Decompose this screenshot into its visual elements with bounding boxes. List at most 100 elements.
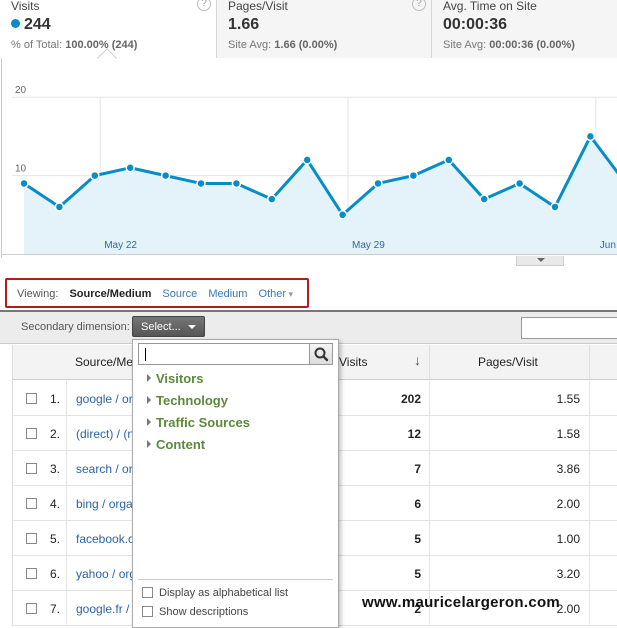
viewing-link-other[interactable]: Other <box>259 288 294 300</box>
chart-svg: 20 10 May 22 May 29 Jun 5 <box>2 85 617 255</box>
metric-pages-per-visit[interactable]: Pages/Visit 1.66 Site Avg: 1.66 (0.00%) … <box>217 0 432 58</box>
row-source-link[interactable]: bing / orga <box>76 497 136 511</box>
metric-label: Visits <box>11 0 40 13</box>
row-visits: 12 <box>407 427 421 441</box>
data-point <box>90 170 100 181</box>
data-point <box>337 210 348 220</box>
metric-avg-time[interactable]: Avg. Time on Site 00:00:36 Site Avg: 00:… <box>432 0 617 58</box>
viewing-current: Source/Medium <box>69 288 152 300</box>
y-tick-label: 10 <box>15 164 27 175</box>
column-divider <box>66 556 67 590</box>
data-point <box>408 170 419 181</box>
row-checkbox[interactable] <box>26 568 37 579</box>
metric-value: 1.66 <box>228 16 260 33</box>
row-source-link[interactable]: (direct) / (n <box>76 427 136 441</box>
watermark: www.mauricelargeron.com <box>362 594 561 611</box>
y-tick-label: 20 <box>15 85 27 96</box>
viewing-link-source[interactable]: Source <box>162 288 197 300</box>
dimension-category-traffic-sources[interactable]: Traffic Sources <box>147 415 250 430</box>
series-dot-icon <box>11 19 20 28</box>
dimension-category-technology[interactable]: Technology <box>147 393 228 408</box>
row-visits: 5 <box>414 532 421 546</box>
col-header-visits[interactable]: Visits <box>339 355 367 369</box>
option-alphabetical-list[interactable]: Display as alphabetical list <box>142 587 288 599</box>
row-number: 5. <box>50 532 61 546</box>
row-number: 1. <box>50 392 61 406</box>
row-source-link[interactable]: google.fr / <box>76 602 136 616</box>
search-button[interactable] <box>309 343 333 365</box>
x-tick-label: May 29 <box>352 240 385 251</box>
table-filter-input[interactable] <box>521 317 617 339</box>
column-divider <box>429 451 430 485</box>
metric-strip: Visits 244 % of Total: 100.00% (244) ? P… <box>0 0 617 58</box>
column-divider <box>589 521 590 555</box>
row-visits: 6 <box>414 497 421 511</box>
row-checkbox[interactable] <box>26 498 37 509</box>
data-point <box>231 178 242 189</box>
data-point <box>302 155 312 165</box>
expand-triangle-icon <box>147 418 151 426</box>
x-tick-label: Jun 5 <box>600 240 617 251</box>
row-pages-per-visit: 1.58 <box>556 427 580 441</box>
search-icon <box>314 347 329 362</box>
viewing-bar: Viewing: Source/Medium Source Medium Oth… <box>5 278 309 308</box>
row-checkbox[interactable] <box>26 463 37 474</box>
data-point <box>160 170 171 181</box>
metric-label: Pages/Visit <box>228 0 288 13</box>
chart-frame: 20 10 May 22 May 29 Jun 5 <box>1 58 617 258</box>
row-source-link[interactable]: facebook.c <box>76 532 136 546</box>
row-checkbox[interactable] <box>26 393 37 404</box>
row-number: 7. <box>50 602 61 616</box>
row-source-link[interactable]: google / or <box>76 392 136 406</box>
column-divider <box>429 416 430 450</box>
column-divider <box>429 345 430 379</box>
row-pages-per-visit: 3.86 <box>556 462 580 476</box>
row-number: 3. <box>50 462 61 476</box>
option-checkbox[interactable] <box>142 606 153 617</box>
metric-value: 00:00:36 <box>443 16 508 33</box>
row-source-link[interactable]: search / or <box>76 462 136 476</box>
data-point <box>267 194 277 204</box>
series-area <box>24 136 617 254</box>
secondary-dimension-select[interactable]: Select... <box>132 316 205 337</box>
viewing-label: Viewing: <box>17 288 59 300</box>
column-divider <box>589 451 590 485</box>
expand-triangle-icon <box>147 374 151 382</box>
data-point <box>373 178 383 189</box>
column-divider <box>66 591 67 625</box>
column-divider <box>589 381 590 415</box>
data-point <box>444 155 454 165</box>
column-divider <box>66 451 67 485</box>
option-checkbox[interactable] <box>142 587 153 598</box>
row-checkbox[interactable] <box>26 428 37 439</box>
row-number: 6. <box>50 567 61 581</box>
col-header-pages-per-visit[interactable]: Pages/Visit <box>478 355 538 369</box>
option-show-descriptions[interactable]: Show descriptions <box>142 606 248 618</box>
viewing-link-medium[interactable]: Medium <box>208 288 247 300</box>
row-pages-per-visit: 1.00 <box>556 532 580 546</box>
dimension-category-visitors[interactable]: Visitors <box>147 371 203 386</box>
sort-desc-icon[interactable]: ↓ <box>414 352 421 368</box>
row-number: 2. <box>50 427 61 441</box>
column-divider <box>66 521 67 555</box>
data-point <box>54 202 65 212</box>
dimension-category-content[interactable]: Content <box>147 437 205 452</box>
row-checkbox[interactable] <box>26 603 37 614</box>
column-divider <box>66 486 67 520</box>
metric-value: 244 <box>11 15 216 35</box>
row-number: 4. <box>50 497 61 511</box>
x-tick-label: May 22 <box>104 240 137 251</box>
row-checkbox[interactable] <box>26 533 37 544</box>
data-point <box>196 178 206 189</box>
row-visits: 7 <box>414 462 421 476</box>
row-source-link[interactable]: yahoo / org <box>76 567 136 581</box>
column-divider <box>429 486 430 520</box>
data-point <box>19 178 29 189</box>
row-pages-per-visit: 3.20 <box>556 567 580 581</box>
dimension-search-input[interactable] <box>138 343 333 365</box>
column-divider <box>589 345 590 379</box>
data-point <box>125 163 135 173</box>
chart-collapse-toggle[interactable] <box>516 256 564 266</box>
column-divider <box>589 556 590 590</box>
expand-triangle-icon <box>147 440 151 448</box>
